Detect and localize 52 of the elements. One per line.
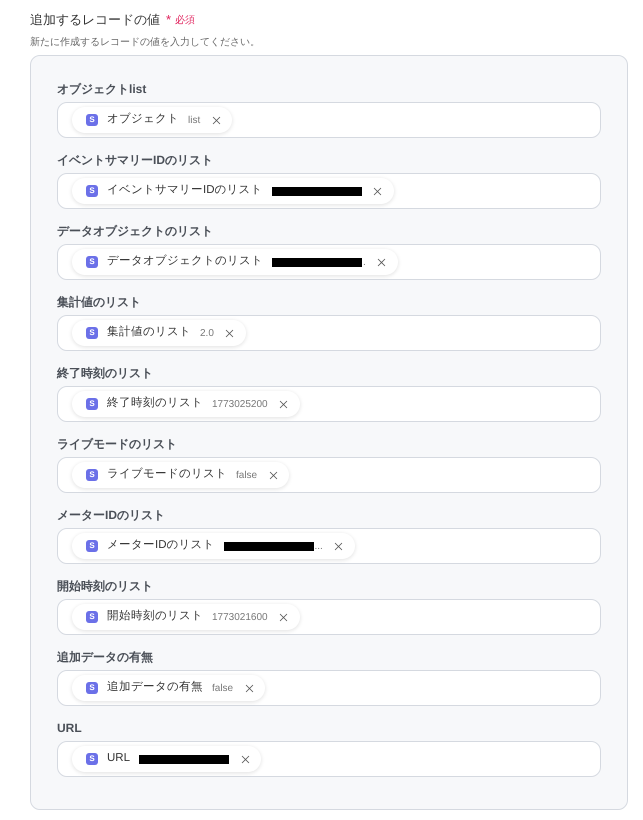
source-badge: S <box>86 682 98 694</box>
input-field[interactable]: S イベントサマリーIDのリスト <box>57 173 601 209</box>
tag-value: false <box>236 468 258 482</box>
tag-value: 1773021600 <box>212 610 268 624</box>
section-description: 新たに作成するレコードの値を入力してください。 <box>30 36 261 50</box>
tag-name: オブジェクト <box>107 112 179 128</box>
tag-value: ... <box>314 540 323 554</box>
tag-value: false <box>212 682 234 696</box>
input-field[interactable]: S メーターIDのリスト ... <box>57 528 601 564</box>
tag-name: ライブモードのリスト <box>107 466 227 482</box>
tag-name: 集計値のリスト <box>107 324 191 340</box>
tag-name: データオブジェクトのリスト <box>107 254 263 270</box>
source-badge: S <box>86 611 98 623</box>
source-badge: S <box>86 256 98 268</box>
input-field[interactable]: S ライブモードのリスト false <box>57 457 601 493</box>
field-label: 終了時刻のリスト <box>57 366 154 380</box>
tag-value: . <box>363 256 366 270</box>
input-field[interactable]: S データオブジェクトのリスト . <box>57 244 601 280</box>
field-label: オブジェクトlist <box>57 82 148 96</box>
input-field[interactable]: S URL <box>57 741 601 777</box>
source-badge: S <box>86 753 98 765</box>
input-field[interactable]: S オブジェクト list <box>57 102 601 138</box>
source-badge: S <box>86 185 98 197</box>
source-badge: S <box>86 540 98 552</box>
field-label: 開始時刻のリスト <box>57 579 154 593</box>
tag-name: 終了時刻のリスト <box>107 395 203 412</box>
source-badge: S <box>86 398 98 410</box>
section-title: 追加するレコードの値 <box>30 11 160 30</box>
field-label: ライブモードのリスト <box>57 437 178 451</box>
source-badge: S <box>86 327 98 339</box>
field-label: データオブジェクトのリスト <box>57 224 214 238</box>
tag-name: イベントサマリーIDのリスト <box>107 183 262 198</box>
field-label: 集計値のリスト <box>57 295 142 309</box>
tag-name: メーターIDのリスト <box>107 538 214 554</box>
field-label: URL <box>57 721 83 735</box>
tag-name: URL <box>107 751 130 766</box>
tag-value: 1773025200 <box>212 398 268 412</box>
source-badge: S <box>86 469 98 481</box>
field-label: 追加データの有無 <box>57 650 154 664</box>
required-mark: * <box>166 11 172 30</box>
input-field[interactable]: S 開始時刻のリスト 1773021600 <box>57 599 601 635</box>
tag-value: list <box>188 114 200 128</box>
tag-name: 追加データの有無 <box>107 680 203 696</box>
field-label: イベントサマリーIDのリスト <box>57 153 214 167</box>
input-field[interactable]: S 追加データの有無 false <box>57 670 601 706</box>
tag-name: 開始時刻のリスト <box>107 608 203 624</box>
input-field[interactable]: S 終了時刻のリスト 1773025200 <box>57 386 601 422</box>
field-label: メーターIDのリスト <box>57 508 166 522</box>
input-field[interactable]: S 集計値のリスト 2.0 <box>57 315 601 351</box>
source-badge: S <box>86 114 98 126</box>
required-label: 必須 <box>175 14 196 28</box>
tag-value: 2.0 <box>200 326 214 340</box>
